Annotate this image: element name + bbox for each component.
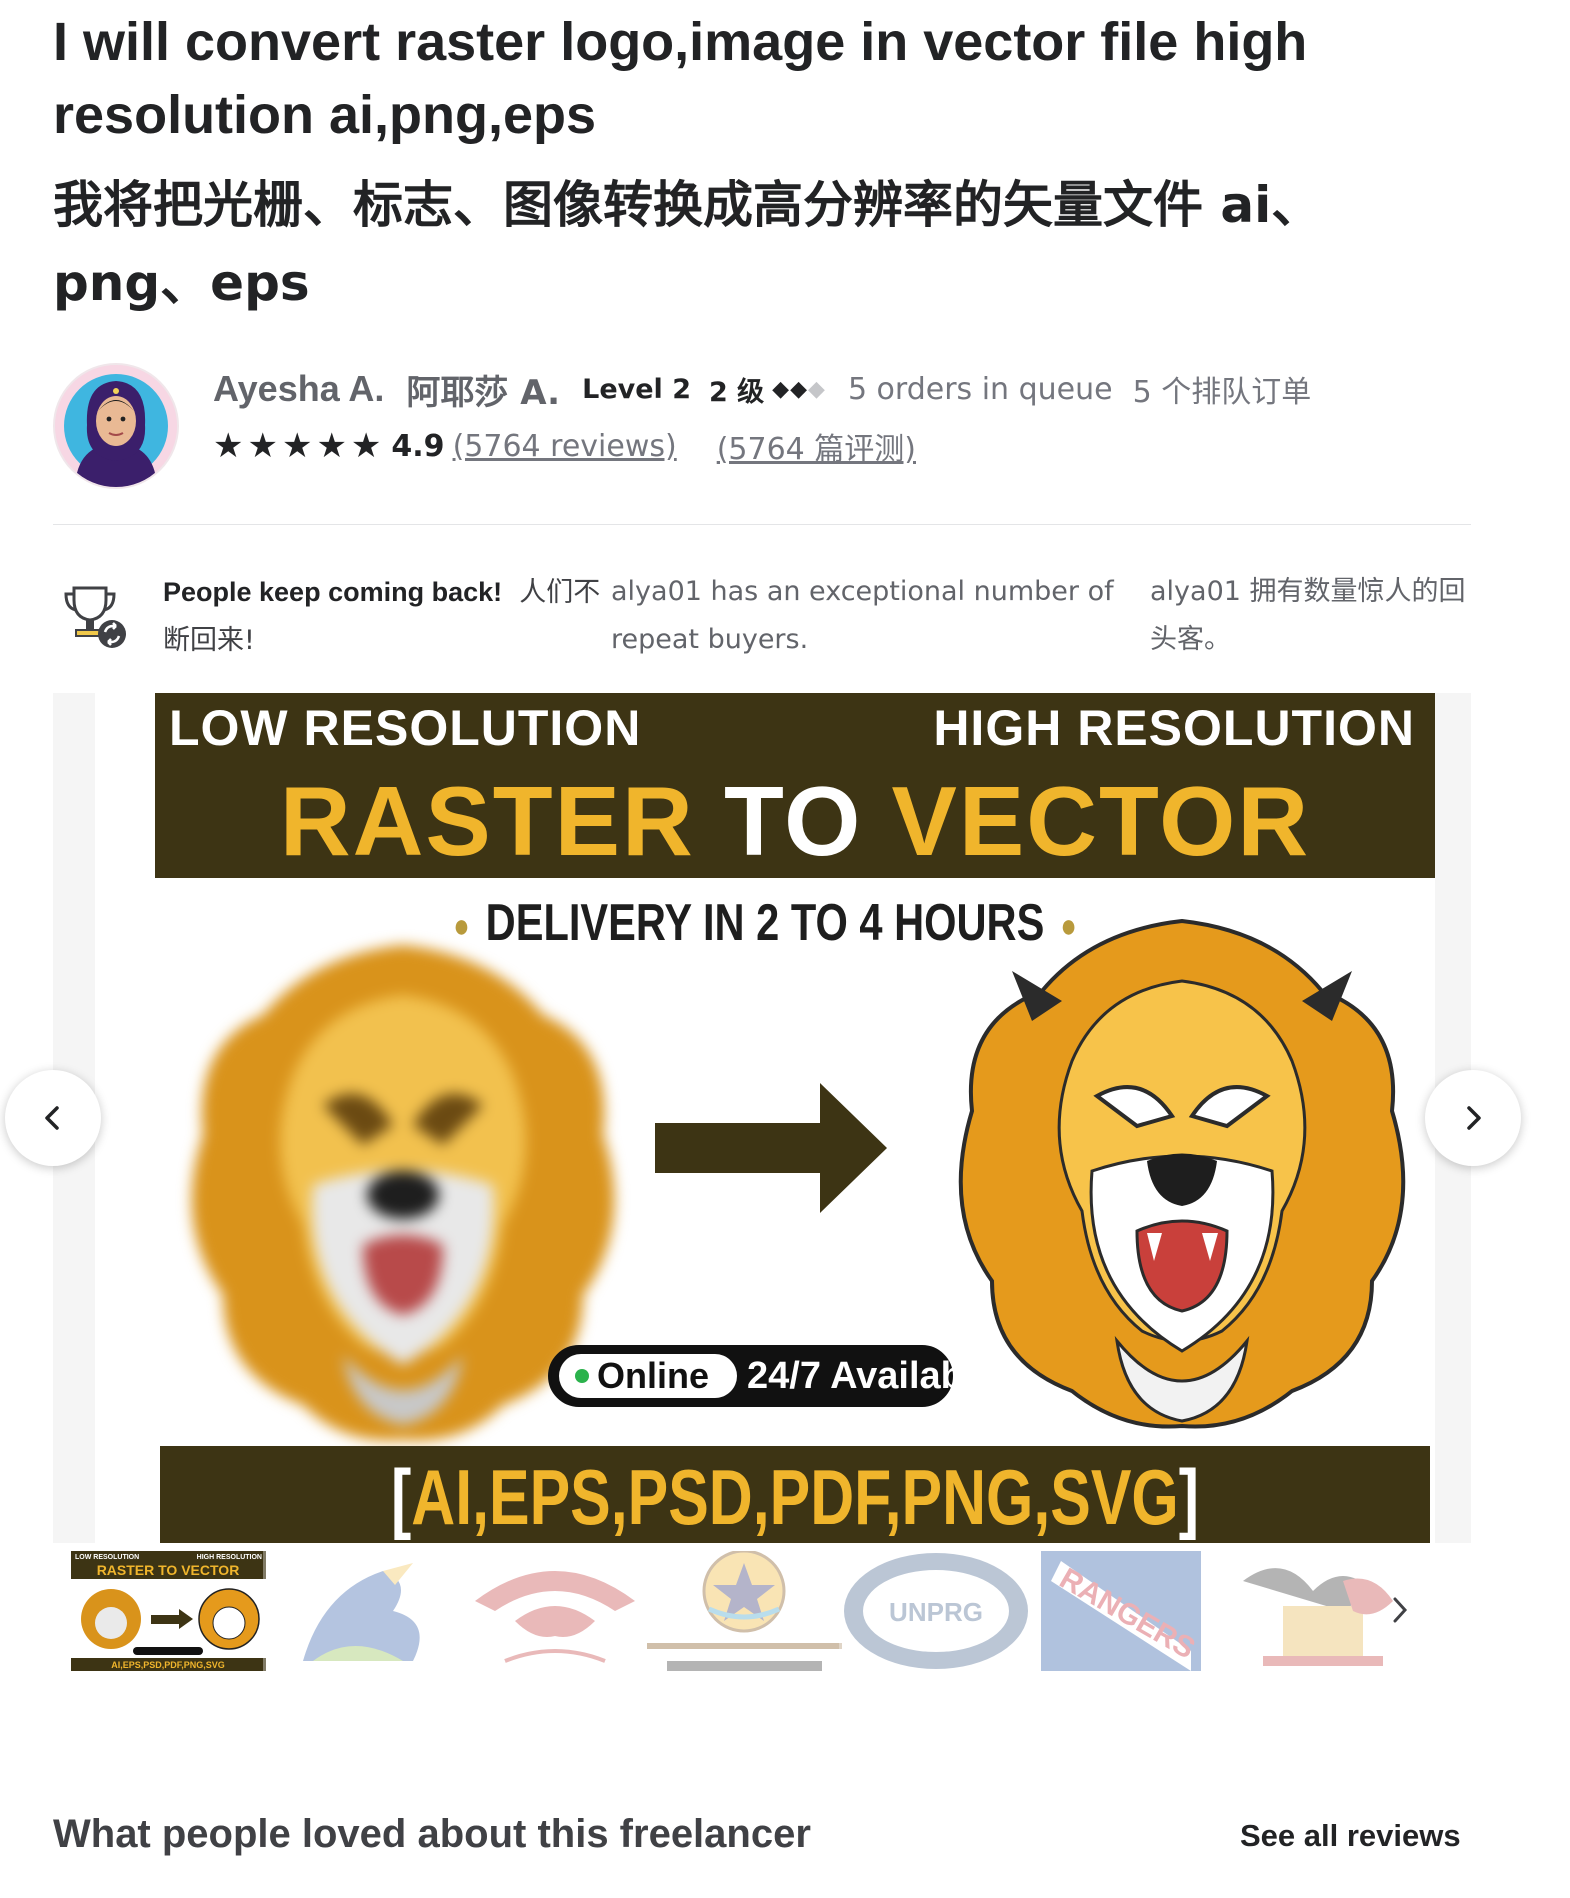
trophy-repeat-icon [60, 582, 130, 652]
avatar-image [55, 365, 177, 487]
thumbnail-rangers-logo-image: RANGERS [1031, 1551, 1226, 1671]
reviews-count-link[interactable]: (5764 reviews) [453, 429, 677, 464]
badge-title-en: People keep coming back! [163, 577, 503, 607]
seller-level-translation: 2 级 [708, 376, 765, 408]
chevron-right-icon [1467, 1106, 1481, 1130]
thumbnail-1[interactable]: LOW RESOLUTION HIGH RESOLUTION RASTER TO… [71, 1551, 266, 1671]
high-resolution-label: HIGH RESOLUTION [933, 700, 1415, 756]
repeat-buyers-description: alya01 has an exceptional number of repe… [611, 576, 1114, 655]
thumb1-main-text: RASTER TO VECTOR [97, 1562, 240, 1578]
gig-title: I will convert raster logo,image in vect… [53, 12, 1308, 145]
chevron-left-icon [45, 1106, 59, 1130]
arrow-right-icon [655, 1083, 887, 1213]
thumbnail-5[interactable]: UNPRG [839, 1551, 1034, 1671]
rating-row: ★★★★★ 4.9 (5764 reviews) (5764 篇评测) [213, 425, 916, 467]
thumb5-text: UNPRG [889, 1597, 983, 1627]
thumbnail-star-emblem-image [647, 1551, 842, 1671]
gallery-slide[interactable]: LOW RESOLUTION HIGH RESOLUTION RASTER TO… [95, 693, 1435, 1543]
repeat-buyers-title: People keep coming back! 人们不断回来! [163, 568, 603, 665]
section-divider [53, 524, 1471, 525]
thumbnail-6[interactable]: RANGERS [1031, 1551, 1226, 1671]
thumb1-top-left-text: LOW RESOLUTION [75, 1554, 139, 1561]
star-rating-icon: ★★★★★ [213, 426, 386, 466]
online-label: Online [597, 1355, 710, 1396]
vector-lion-image [958, 918, 1406, 1429]
thumbnail-4[interactable] [647, 1551, 842, 1671]
raster-to-vector-heading: RASTER TO VECTOR [155, 765, 1435, 878]
low-resolution-label: LOW RESOLUTION [169, 700, 642, 756]
see-all-reviews-link[interactable]: See all reviews [1240, 1818, 1461, 1854]
seller-avatar[interactable] [53, 363, 179, 489]
gig-gallery: LOW RESOLUTION HIGH RESOLUTION RASTER TO… [53, 693, 1471, 1543]
thumb1-formats-text: AI,EPS,PSD,PDF,PNG,SVG [111, 1660, 225, 1670]
file-formats-text: [AI,EPS,PSD,PDF,PNG,SVG] [390, 1453, 1199, 1541]
gig-page: I will convert raster logo,image in vect… [0, 0, 1570, 1898]
formats-list: AI,EPS,PSD,PDF,PNG,SVG [411, 1453, 1179, 1541]
gig-title-translation: 我将把光栅、标志、图像转换成高分辨率的矢量文件 ai、png、eps [53, 176, 1322, 312]
level-diamonds-filled: ◆◆ [772, 376, 809, 402]
availability-label: 24/7 Available [747, 1355, 996, 1397]
thumbnail-3[interactable] [455, 1551, 650, 1671]
file-formats-band: [AI,EPS,PSD,PDF,PNG,SVG] [160, 1446, 1430, 1543]
thumb1-top-right-text: HIGH RESOLUTION [197, 1554, 262, 1561]
thumbnails-next-button[interactable] [1380, 1585, 1420, 1635]
seller-level: Level 2 [582, 373, 691, 405]
thumbnail-2[interactable] [263, 1551, 458, 1671]
orders-in-queue-translation: 5 个排队订单 [1132, 375, 1312, 410]
slide-header-band: LOW RESOLUTION HIGH RESOLUTION RASTER TO… [155, 693, 1435, 878]
online-status-dot [575, 1369, 589, 1383]
rating-score: 4.9 [391, 428, 445, 464]
level-diamond-empty: ◆ [808, 376, 826, 402]
level-diamond-icon: ◆◆◆ [772, 377, 826, 402]
seller-info-row: Ayesha A. 阿耶莎 A. Level 2 2 级 ◆◆◆ 5 order… [213, 367, 1312, 413]
vector-word: VECTOR [891, 766, 1311, 876]
online-availability-badge: Online 24/7 Available [548, 1345, 996, 1407]
seller-name-translation: 阿耶莎 A. [406, 372, 561, 413]
thumbnail-bird-mascot-image [263, 1551, 458, 1671]
gallery-prev-button[interactable] [5, 1070, 101, 1166]
thumbnail-unprg-seal-image: UNPRG [839, 1551, 1034, 1671]
chevron-right-icon [1393, 1597, 1408, 1623]
thumbnail-eagle-logo-image [455, 1551, 650, 1671]
gallery-thumbnails: LOW RESOLUTION HIGH RESOLUTION RASTER TO… [53, 1551, 1471, 1671]
to-word: TO [723, 766, 863, 876]
gallery-next-button[interactable] [1425, 1070, 1521, 1166]
thumbnail-raster-to-vector-image: LOW RESOLUTION HIGH RESOLUTION RASTER TO… [71, 1551, 266, 1671]
reviews-count-translation[interactable]: (5764 篇评测) [717, 424, 916, 468]
orders-in-queue: 5 orders in queue [847, 371, 1113, 407]
seller-name-link[interactable]: Ayesha A. [213, 368, 384, 410]
raster-word: RASTER [279, 766, 695, 876]
reviews-section-title: What people loved about this freelancer [53, 1812, 811, 1856]
repeat-buyers-description-translation: alya01 拥有数量惊人的回头客。 [1150, 576, 1466, 655]
